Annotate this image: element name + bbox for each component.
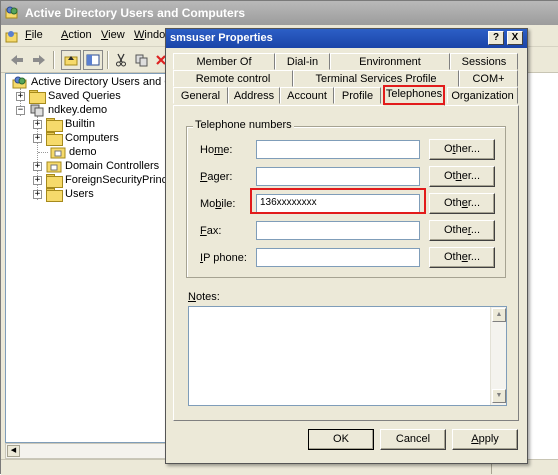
close-button[interactable]: X [507,31,523,45]
mobile-other-button[interactable]: Other... [429,193,495,214]
ou-folder-icon [50,147,66,158]
tab-profile[interactable]: Profile [334,87,381,104]
pager-field[interactable] [256,167,420,186]
tree-node-label: ndkey.demo [48,104,108,116]
tab-dial-in[interactable]: Dial-in [275,53,330,70]
pager-other-button[interactable]: Other... [429,166,495,187]
tree-node-label: Active Directory Users and Com [31,76,170,88]
fax-field[interactable] [256,221,420,240]
menu-action[interactable]: Action [61,29,92,41]
tab-com-plus[interactable]: COM+ [459,70,518,87]
folder-icon [46,132,63,146]
dialog-title-bar: smsuser Properties ? X [166,29,527,48]
ip-phone-field[interactable] [256,248,420,267]
ad-users-icon [12,76,27,89]
details-pane [525,73,558,459]
telephones-page: Telephone numbers Home: Other... Pager: … [173,105,519,421]
tab-account[interactable]: Account [280,87,334,104]
tree-node-foreign-security[interactable]: + ForeignSecurityPrincipal [33,173,170,188]
tab-organization[interactable]: Organization [447,87,518,104]
scroll-up-icon[interactable]: ▲ [492,308,506,322]
ip-phone-label: IP phone: [200,252,247,264]
tab-telephones[interactable]: Telephones [383,85,445,106]
tab-address[interactable]: Address [228,87,280,104]
apply-button[interactable]: Apply [452,429,518,450]
cut-icon[interactable] [111,50,131,70]
back-arrow-icon[interactable] [7,50,27,70]
collapse-icon[interactable]: − [16,105,25,115]
mmc-title-text: Active Directory Users and Computers [25,6,246,20]
tab-member-of[interactable]: Member Of [173,53,275,70]
expand-icon[interactable]: + [33,119,42,129]
copy-icon[interactable] [131,50,151,70]
home-other-button[interactable]: Other... [429,139,495,160]
folder-icon [46,118,63,132]
tab-sessions[interactable]: Sessions [450,53,518,70]
tree-connector [38,152,48,153]
scroll-left-icon[interactable]: ◀ [7,445,20,457]
ip-phone-other-button[interactable]: Other... [429,247,495,268]
tree-node-root[interactable]: Active Directory Users and Com [12,75,170,89]
tree-node-label: demo [69,146,97,158]
show-tree-icon[interactable] [83,50,103,70]
tree-node-label: Saved Queries [48,90,121,102]
folder-icon [46,174,63,188]
tree-node-label: Domain Controllers [65,160,160,172]
expand-icon[interactable]: + [16,91,25,101]
mobile-label: Mobile: [200,198,236,210]
tab-general[interactable]: General [173,87,228,104]
home-label: Home: [200,144,233,156]
notes-label: Notes: [188,291,220,303]
tree-node-label: Users [65,188,94,200]
fax-label: Fax: [200,225,222,237]
tree-node-saved-queries[interactable]: + Saved Queries [16,89,121,104]
notes-scrollbar[interactable]: ▲ ▼ [490,307,506,405]
tree-node-computers[interactable]: + Computers [33,131,119,146]
tab-remote-control[interactable]: Remote control [173,70,293,87]
tree-node-users[interactable]: + Users [33,187,94,202]
mmc-title-bar: Active Directory Users and Computers [1,1,558,25]
menu-view[interactable]: View [101,29,125,41]
fax-other-button[interactable]: Other... [429,220,495,241]
folder-icon [29,90,46,104]
ad-users-icon [5,6,18,19]
menu-file[interactable]: File [25,29,43,41]
folder-icon [46,188,63,202]
toolbar-separator [107,51,109,69]
ok-button[interactable]: OK [308,429,374,450]
help-button[interactable]: ? [488,31,504,45]
pager-label: Pager: [200,171,233,183]
tree-node-domain[interactable]: − ndkey.demo [16,103,107,117]
tree-node-label: ForeignSecurityPrincipal [65,174,170,186]
tree-node-label: Computers [65,132,119,144]
ou-folder-icon [46,161,62,172]
dialog-title: smsuser Properties [170,32,273,44]
expand-icon[interactable]: + [33,133,42,143]
mobile-phone-field[interactable]: 136xxxxxxxx [256,194,420,213]
forward-arrow-icon[interactable] [29,50,49,70]
properties-dialog: smsuser Properties ? X Member Of Dial-in… [165,28,528,464]
domain-icon [30,104,44,117]
notes-textarea[interactable]: ▲ ▼ [188,306,507,406]
tree-horizontal-scrollbar[interactable]: ◀ [5,443,171,459]
cancel-button[interactable]: Cancel [380,429,446,450]
group-title: Telephone numbers [193,119,294,131]
expand-icon[interactable]: + [33,189,42,199]
tree-node-domain-controllers[interactable]: + Domain Controllers [33,159,159,173]
tab-environment[interactable]: Environment [330,53,450,70]
scroll-down-icon[interactable]: ▼ [492,389,506,403]
tree-node-demo[interactable]: demo [50,145,97,159]
toolbar-separator [53,51,55,69]
console-tree: Active Directory Users and Com + Saved Q… [5,73,171,443]
tree-node-builtin[interactable]: + Builtin [33,117,95,132]
expand-icon[interactable]: + [33,175,42,185]
up-folder-icon[interactable] [61,50,81,70]
tree-node-label: Builtin [65,118,95,130]
home-phone-field[interactable] [256,140,420,159]
console-icon[interactable] [5,29,19,43]
expand-icon[interactable]: + [33,161,42,171]
